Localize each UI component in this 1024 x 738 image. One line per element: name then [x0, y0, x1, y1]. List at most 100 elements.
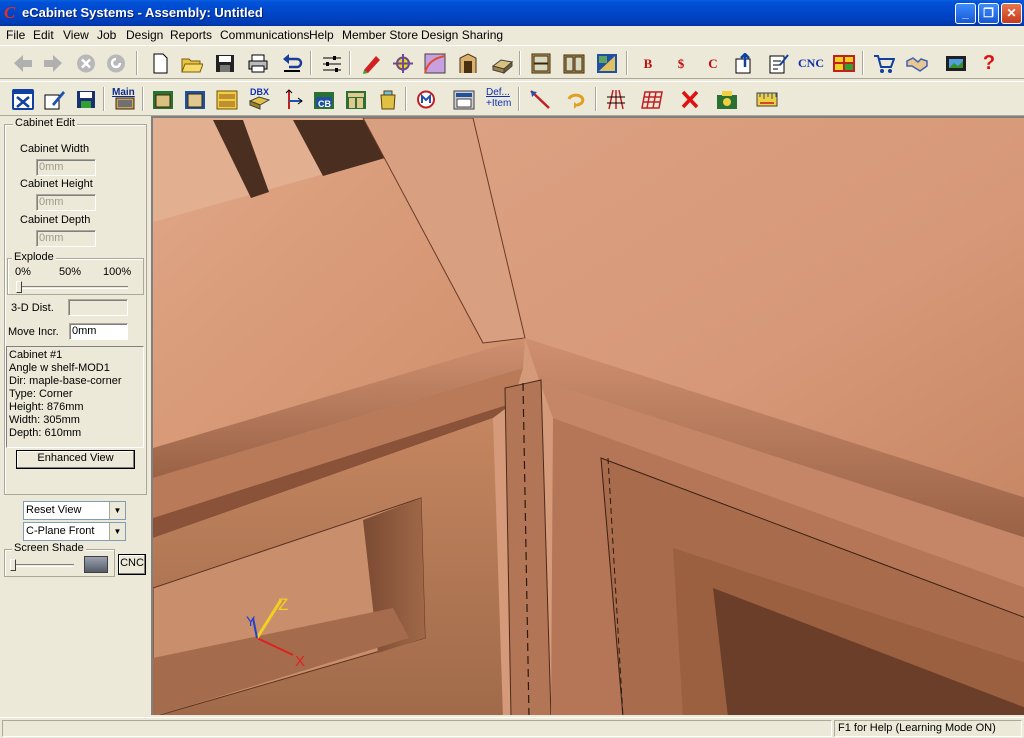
info-directory: Dir: maple-base-corner [9, 375, 122, 387]
countertop-button[interactable] [411, 86, 439, 112]
delete-button[interactable] [675, 86, 703, 112]
hutch-button[interactable] [341, 86, 369, 112]
restore-button[interactable]: ❐ [978, 3, 999, 24]
move-incr-field[interactable]: 0mm [69, 323, 128, 340]
dbx-button[interactable]: DBX [244, 86, 272, 112]
close-button[interactable]: ✕ [1001, 3, 1022, 24]
new-button[interactable] [145, 50, 173, 76]
rotate-button[interactable] [561, 86, 589, 112]
split-button[interactable] [601, 86, 629, 112]
measure-button[interactable] [752, 86, 780, 112]
edge-profile-icon [424, 53, 446, 74]
explode-slider[interactable] [16, 281, 22, 293]
render-button[interactable] [712, 86, 740, 112]
chevron-down-icon[interactable]: ▼ [109, 523, 125, 540]
hutch-icon [346, 91, 366, 109]
undo-button[interactable] [277, 50, 305, 76]
design-sharing-button[interactable] [902, 50, 930, 76]
face-frame-button[interactable] [453, 50, 481, 76]
stop-icon [77, 54, 95, 73]
menu-edit[interactable]: Edit [33, 28, 54, 42]
room-layout-button[interactable] [592, 50, 620, 76]
video-tutorial-button[interactable] [941, 50, 969, 76]
menu-reports[interactable]: Reports [170, 28, 212, 42]
appliance-button[interactable] [449, 86, 477, 112]
screen-shade-swatch[interactable] [84, 556, 108, 573]
edge-profile-button[interactable] [420, 50, 448, 76]
assembly-icon [563, 54, 585, 74]
assembly-library-button[interactable] [559, 50, 587, 76]
screen-shade-slider[interactable] [10, 559, 16, 571]
cnc-button[interactable]: CNC [118, 554, 146, 575]
close-assembly-button[interactable] [8, 86, 36, 112]
forward-button[interactable] [38, 50, 66, 76]
cnc-toolbar-button[interactable]: CNC [796, 50, 824, 76]
3d-viewport[interactable]: X Z Y [151, 116, 1024, 715]
cplane-select[interactable]: C-Plane Front ▼ [23, 522, 126, 541]
separator [136, 51, 138, 75]
menu-design[interactable]: Design [126, 28, 163, 42]
enhanced-view-button[interactable]: Enhanced View [16, 450, 135, 469]
help-button[interactable]: ? [974, 50, 1002, 76]
drawer-cabinet-button[interactable] [212, 86, 240, 112]
define-label: Def... [486, 87, 510, 98]
select-arrow-icon [530, 90, 550, 109]
open-button[interactable] [177, 50, 205, 76]
dimension-button[interactable] [277, 86, 305, 112]
cabinet-height-field[interactable]: 0mm [36, 194, 96, 211]
cabinet-edit-panel: Cabinet Edit Cabinet Width 0mm Cabinet H… [0, 116, 151, 716]
export-button[interactable] [730, 50, 758, 76]
refresh-button[interactable] [101, 50, 129, 76]
back-button[interactable] [8, 50, 36, 76]
material-button[interactable] [356, 50, 384, 76]
menu-view[interactable]: View [63, 28, 89, 42]
settings-button[interactable] [317, 50, 345, 76]
move-incr-label: Move Incr. [8, 326, 59, 338]
edit-pencil-icon [44, 91, 65, 110]
reset-view-select[interactable]: Reset View ▼ [23, 501, 126, 520]
store-cart-button[interactable] [869, 50, 897, 76]
hardware-button[interactable] [388, 50, 416, 76]
cost-report-button[interactable]: $ [666, 50, 694, 76]
cut-report-button[interactable]: C [698, 50, 726, 76]
menu-design-sharing[interactable]: Design Sharing [421, 28, 503, 42]
close-window-icon [12, 89, 34, 110]
order-form-button[interactable] [763, 50, 791, 76]
menu-job[interactable]: Job [97, 28, 116, 42]
wall-cabinet-button[interactable] [180, 86, 208, 112]
nesting-button[interactable] [829, 50, 857, 76]
cabinet-depth-label: Cabinet Depth [20, 214, 91, 226]
bid-report-icon: B [643, 56, 653, 71]
menu-member-store[interactable]: Member Store [342, 28, 418, 42]
reset-view-value: Reset View [26, 504, 82, 516]
sheet-stack-icon [491, 59, 513, 74]
cabinet-library-button[interactable] [526, 50, 554, 76]
cb-button[interactable]: CB [309, 86, 337, 112]
3d-dist-field[interactable] [68, 299, 128, 316]
sheet-material-button[interactable] [487, 50, 515, 76]
grid-button[interactable] [637, 86, 665, 112]
split-lines-icon [607, 89, 625, 110]
minimize-button[interactable]: _ [955, 3, 976, 24]
cabinet-depth-field[interactable]: 0mm [36, 230, 96, 247]
room-layout-icon [597, 54, 617, 73]
menu-communications[interactable]: Communications [220, 28, 309, 42]
print-button[interactable] [243, 50, 271, 76]
base-cabinet-button[interactable] [148, 86, 176, 112]
main-view-button[interactable]: Main [110, 86, 138, 112]
accessory-button[interactable] [373, 86, 401, 112]
edit-assembly-button[interactable] [40, 86, 68, 112]
define-item-button[interactable]: Def... +Item [484, 86, 512, 112]
bid-report-button[interactable]: B [633, 50, 661, 76]
menu-file[interactable]: File [6, 28, 25, 42]
cabinet-render[interactable]: X Z Y [153, 118, 1024, 715]
separator [626, 51, 628, 75]
stop-button[interactable] [71, 50, 99, 76]
select-button[interactable] [525, 86, 553, 112]
menu-help[interactable]: Help [309, 28, 334, 42]
save-button[interactable] [210, 50, 238, 76]
cabinet-width-field[interactable]: 0mm [36, 159, 96, 176]
order-form-icon [769, 54, 789, 74]
chevron-down-icon[interactable]: ▼ [109, 502, 125, 519]
save-assembly-button[interactable] [71, 86, 99, 112]
